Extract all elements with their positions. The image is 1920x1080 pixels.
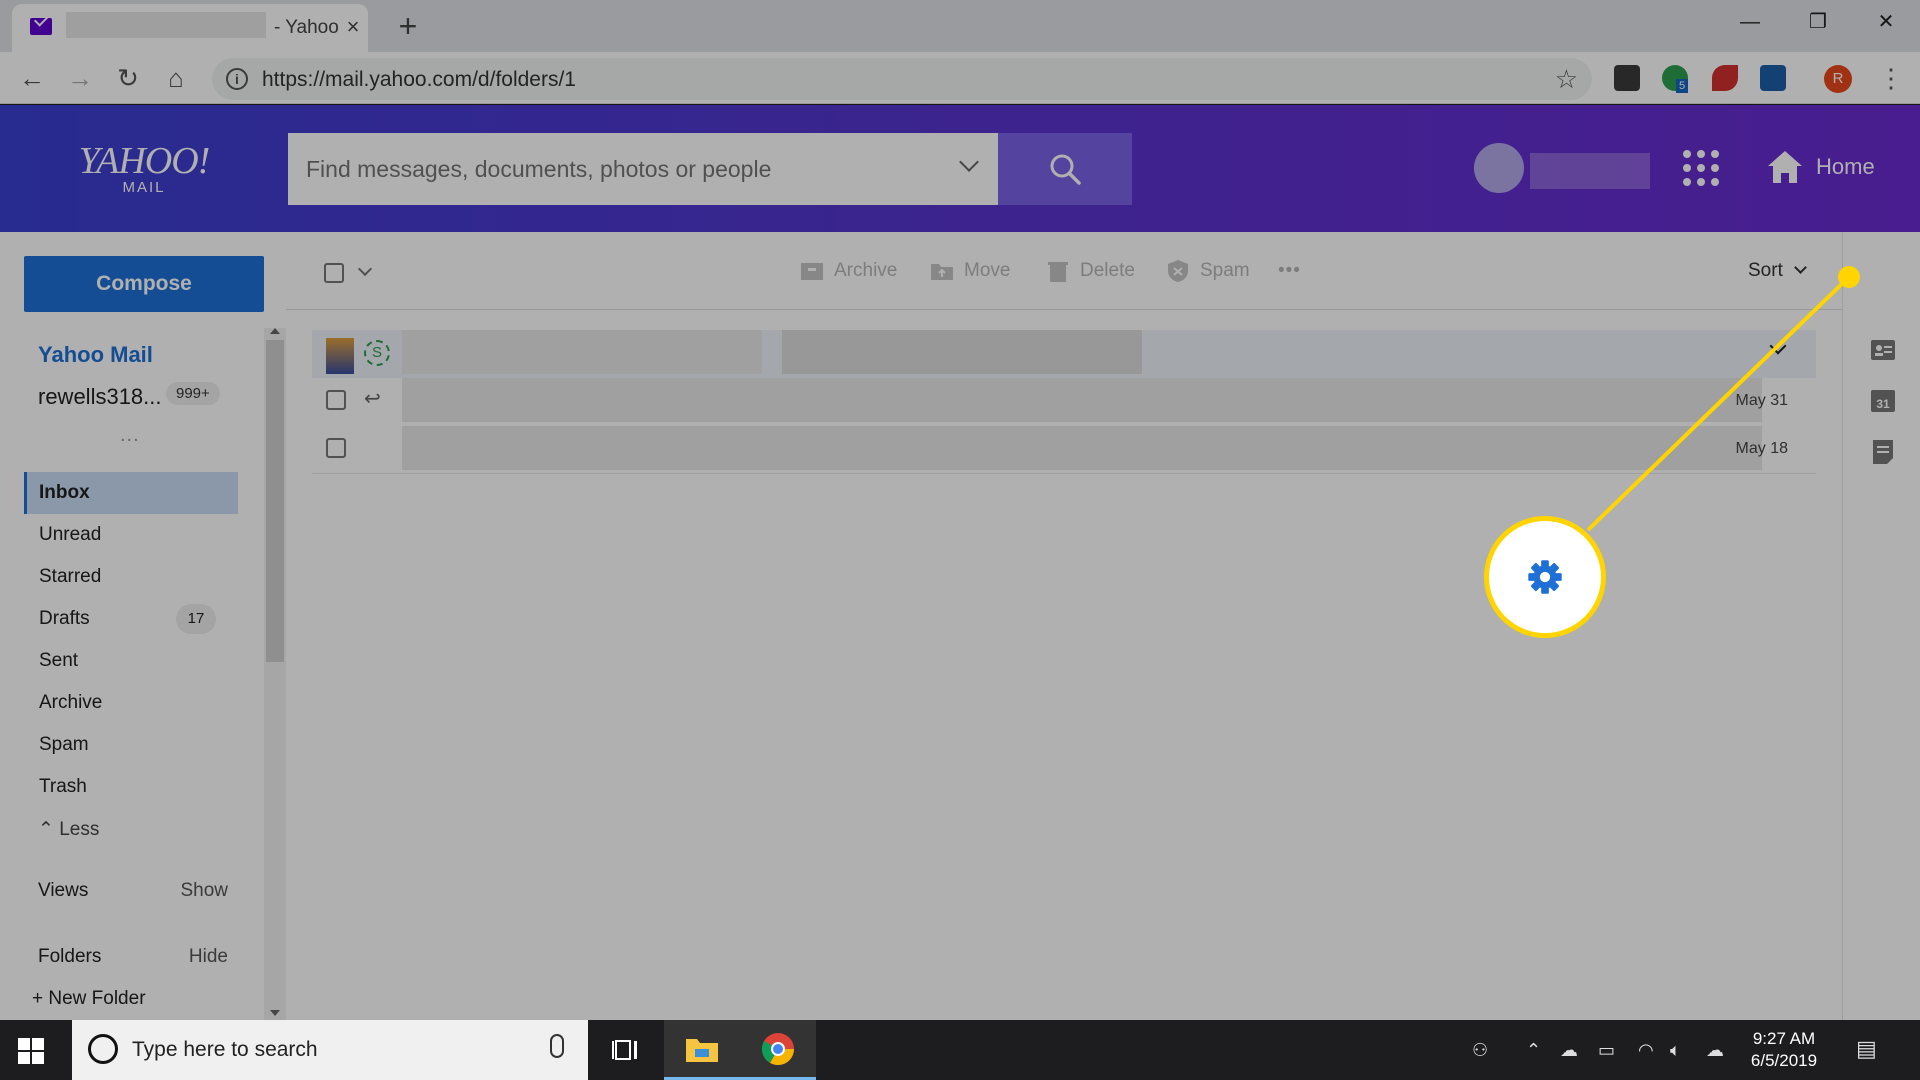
callout-pointer-line xyxy=(1586,275,1851,532)
callout-pointer-dot xyxy=(1838,266,1860,288)
cortana-icon[interactable] xyxy=(88,1034,118,1064)
screen: - Yahoo × + — ❐ ✕ ← → ↻ ⌂ i https://mail… xyxy=(0,0,1920,1080)
show-hidden-icons-chevron-icon[interactable]: ⌃ xyxy=(1526,1040,1541,1061)
clock-date: 6/5/2019 xyxy=(1750,1051,1818,1070)
folder-icon xyxy=(686,1039,718,1062)
taskbar-search-box[interactable]: Type here to search xyxy=(72,1020,588,1080)
onedrive-cloud-icon[interactable]: ☁ xyxy=(1560,1040,1578,1061)
task-view-icon xyxy=(612,1040,637,1060)
callout-magnifier xyxy=(1484,516,1606,638)
gear-icon xyxy=(1528,560,1562,594)
action-center-icon[interactable]: ▤ xyxy=(1856,1036,1877,1062)
taskbar-search-placeholder[interactable]: Type here to search xyxy=(132,1038,318,1062)
file-explorer-taskbar-button[interactable] xyxy=(664,1020,740,1080)
microphone-icon[interactable] xyxy=(550,1034,564,1058)
chrome-taskbar-button[interactable] xyxy=(740,1020,816,1080)
volume-icon[interactable]: 🔈︎ xyxy=(1670,1040,1681,1061)
wifi-icon[interactable]: ◠ xyxy=(1638,1040,1654,1061)
task-view-button[interactable] xyxy=(588,1020,664,1080)
system-clock[interactable]: 9:27 AM 6/5/2019 xyxy=(1740,1028,1828,1072)
chrome-icon xyxy=(761,1033,795,1066)
battery-icon[interactable]: ▭ xyxy=(1598,1040,1615,1061)
clock-time: 9:27 AM xyxy=(1752,1029,1816,1048)
cloud-sync-icon[interactable]: ☁ xyxy=(1706,1040,1724,1061)
windows-taskbar: Type here to search ⚇ ⌃ ☁ ▭ ◠ 🔈︎ ☁ 9:27 … xyxy=(0,1020,1920,1080)
windows-start-icon[interactable] xyxy=(18,1038,44,1064)
people-icon[interactable]: ⚇ xyxy=(1472,1040,1488,1061)
